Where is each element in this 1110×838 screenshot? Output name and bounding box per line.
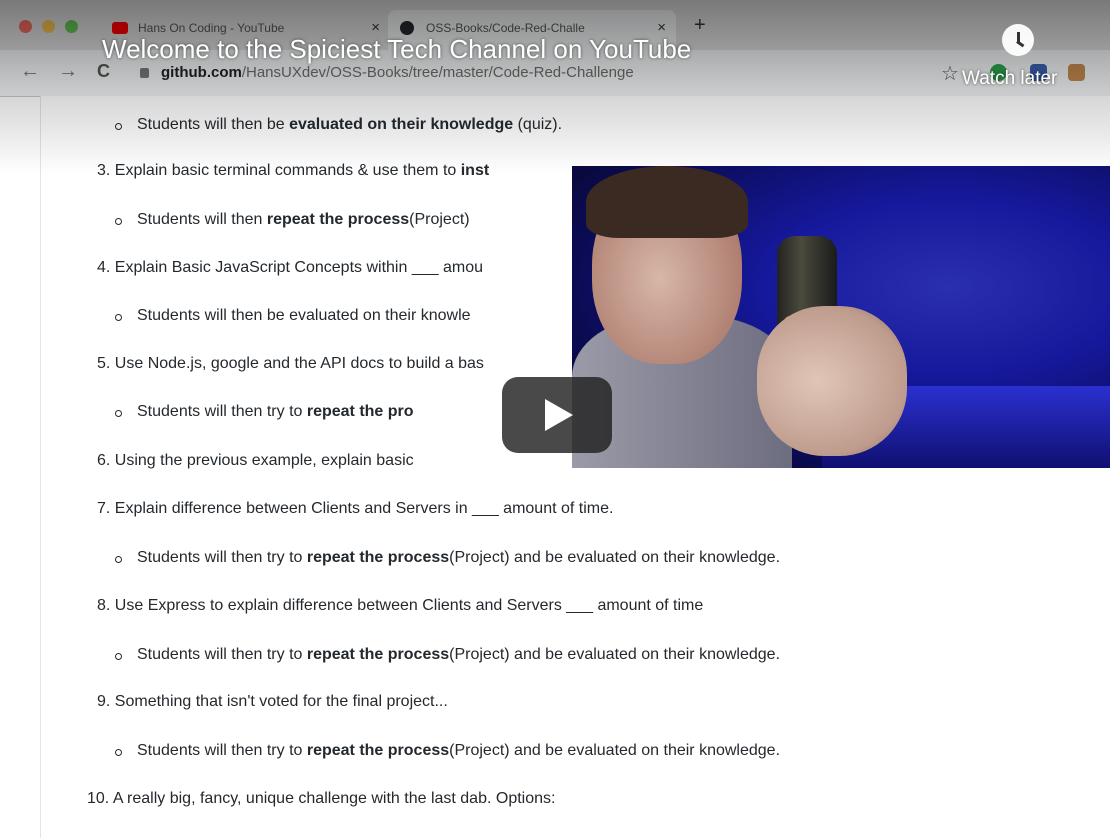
webcam-overlay	[572, 166, 1110, 468]
list-subitem: Students will then be evaluated on their…	[114, 116, 563, 133]
list-subitem: Students will then try to repeat the pro	[115, 403, 414, 420]
list-item: 6. Using the previous example, explain b…	[97, 452, 414, 469]
list-subitem: Students will then try to repeat the pro…	[114, 742, 781, 759]
new-tab-icon: +	[694, 14, 706, 36]
window-close-dot	[19, 20, 32, 33]
list-subitem: Students will then try to repeat the pro…	[114, 646, 781, 663]
list-item: 7. Explain difference between Clients an…	[97, 500, 614, 517]
list-item: 5. Use Node.js, google and the API docs …	[97, 355, 484, 372]
youtube-favicon	[112, 22, 128, 34]
list-item: 9. Something that isn't voted for the fi…	[97, 693, 448, 710]
person-hand	[757, 306, 907, 456]
list-item: 3. Explain basic terminal commands & use…	[97, 162, 490, 179]
list-subitem: Students will then repeat the process(Pr…	[115, 211, 470, 228]
person-hair	[586, 166, 748, 238]
url-host: github.com	[161, 64, 242, 81]
watch-later-label: Watch later	[962, 68, 1058, 89]
list-item: 8. Use Express to explain difference bet…	[97, 597, 704, 614]
window-zoom-dot	[65, 20, 78, 33]
video-title[interactable]: Welcome to the Spiciest Tech Channel on …	[102, 34, 691, 65]
watch-later-button[interactable]: Watch later	[958, 22, 1078, 92]
clock-icon[interactable]	[1002, 24, 1034, 56]
list-item: 4. Explain Basic JavaScript Concepts wit…	[97, 259, 483, 276]
list-subitem: Students will then try to repeat the pro…	[114, 549, 781, 566]
list-item: 10. A really big, fancy, unique challeng…	[87, 790, 556, 807]
star-icon: ☆	[941, 63, 959, 85]
tab-title: OSS-Books/Code-Red-Challe	[426, 21, 585, 35]
play-button[interactable]	[502, 377, 612, 453]
list-subitem: Students will then be evaluated on their…	[115, 307, 471, 324]
window-minimize-dot	[42, 20, 55, 33]
back-icon: ←	[20, 60, 40, 82]
github-favicon	[400, 21, 414, 35]
forward-icon: →	[58, 60, 78, 82]
tab-title: Hans On Coding - YouTube	[138, 21, 285, 35]
play-icon[interactable]	[545, 399, 573, 431]
lock-icon	[140, 68, 149, 78]
url-path: /HansUXdev/OSS-Books/tree/master/Code-Re…	[241, 64, 634, 81]
